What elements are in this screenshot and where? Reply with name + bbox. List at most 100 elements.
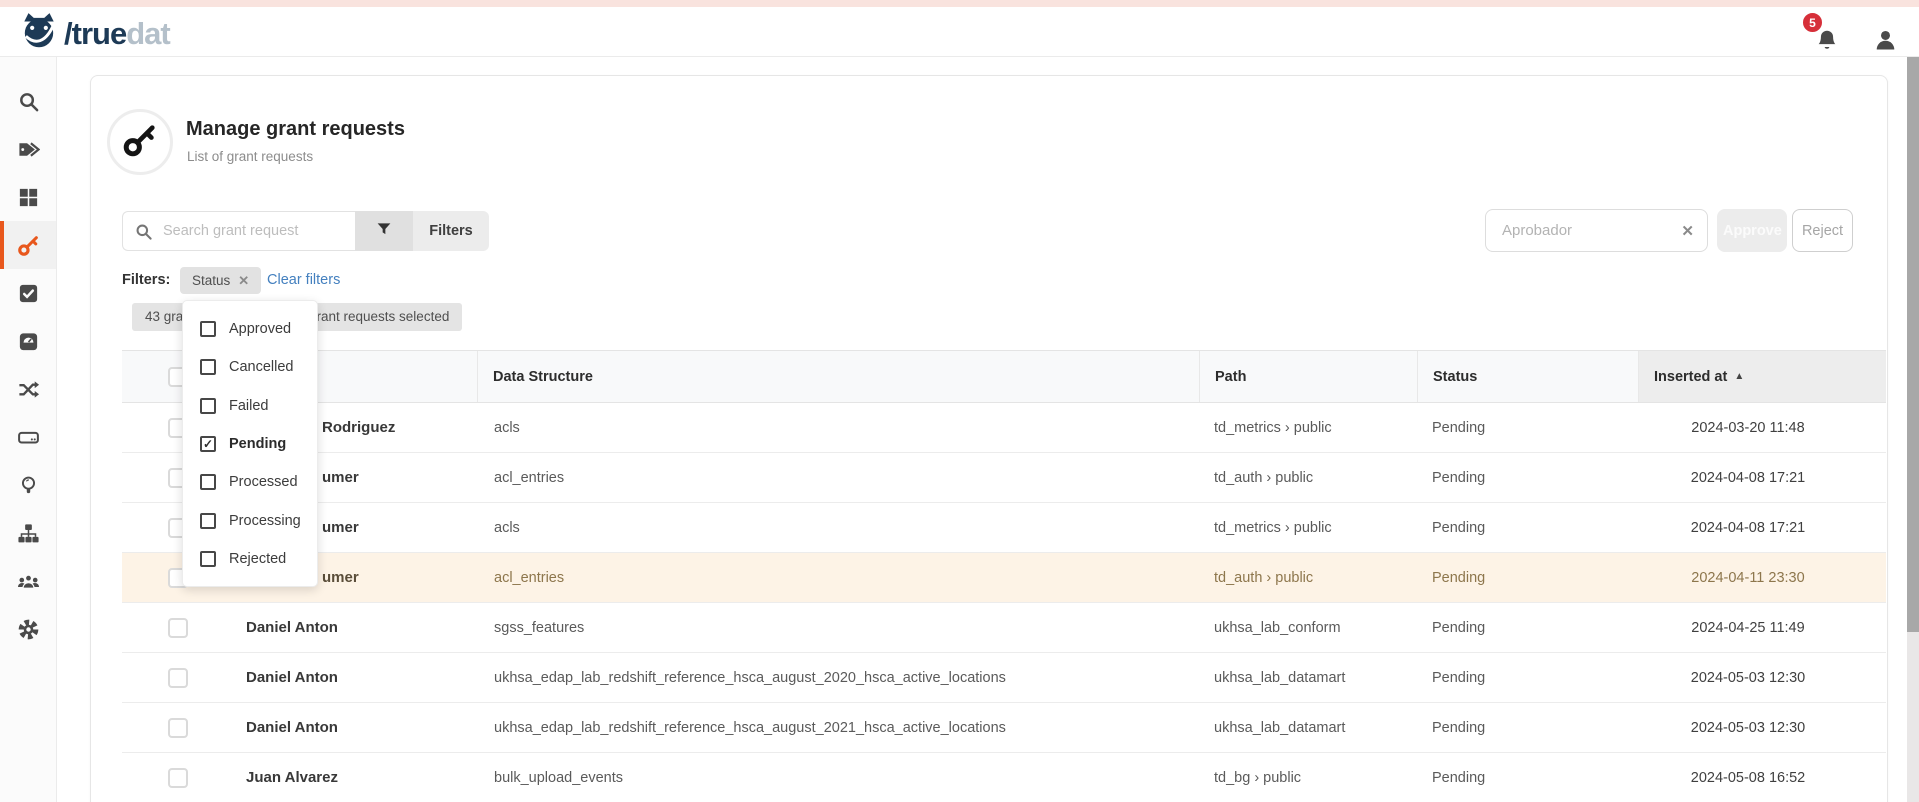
status-option-processing[interactable]: Processing <box>183 501 317 539</box>
sidebar-item-gear-icon[interactable] <box>0 605 56 653</box>
sidebar-item-grid-icon[interactable] <box>0 173 56 221</box>
data-structure-cell: acls <box>477 503 1199 552</box>
path-cell: td_bg › public <box>1199 753 1417 802</box>
sidebar-item-shuffle-icon[interactable] <box>0 365 56 413</box>
sidebar-item-check-square-icon[interactable] <box>0 269 56 317</box>
inserted-at-cell: 2024-05-03 12:30 <box>1638 653 1886 702</box>
checkbox-unchecked-icon[interactable] <box>200 398 216 414</box>
grant-request-row[interactable]: Daniel Antonsgss_featuresukhsa_lab_confo… <box>122 603 1886 653</box>
grant-request-row[interactable]: umeraclstd_metrics › publicPending2024-0… <box>122 503 1886 553</box>
grant-request-row[interactable]: Rodriguezaclstd_metrics › publicPending2… <box>122 403 1886 453</box>
sidebar-item-lightbulb-icon[interactable] <box>0 461 56 509</box>
filter-funnel-button[interactable] <box>355 211 413 251</box>
status-option-label: Processing <box>229 513 301 529</box>
data-structure-cell: bulk_upload_events <box>477 753 1199 802</box>
status-cell: Pending <box>1417 603 1638 652</box>
app-window: /truedat 5 Manage grant requests List of… <box>0 0 1919 802</box>
reject-button[interactable]: Reject <box>1792 209 1853 252</box>
sidebar-item-search-icon[interactable] <box>0 77 56 125</box>
checkbox-unchecked-icon[interactable] <box>200 359 216 375</box>
inserted-at-cell: 2024-05-03 12:30 <box>1638 703 1886 752</box>
status-option-failed[interactable]: Failed <box>183 387 317 425</box>
table-body: Rodriguezaclstd_metrics › publicPending2… <box>122 403 1886 802</box>
user-profile-icon[interactable] <box>1872 27 1899 54</box>
status-option-label: Approved <box>229 321 291 337</box>
grant-request-row[interactable]: umeracl_entriestd_auth › publicPending20… <box>122 553 1886 603</box>
row-checkbox-cell <box>122 653 222 702</box>
sidebar-item-users-icon[interactable] <box>0 557 56 605</box>
scrollbar-thumb[interactable] <box>1907 57 1919 632</box>
inserted-at-cell: 2024-04-08 17:21 <box>1638 503 1886 552</box>
row-checkbox[interactable] <box>168 718 188 738</box>
path-cell: ukhsa_lab_datamart <box>1199 653 1417 702</box>
path-cell: ukhsa_lab_conform <box>1199 603 1417 652</box>
data-structure-cell: ukhsa_edap_lab_redshift_reference_hsca_a… <box>477 703 1199 752</box>
approver-input[interactable] <box>1500 211 1670 250</box>
status-filter-chip[interactable]: Status ✕ <box>180 267 261 294</box>
status-option-cancelled[interactable]: Cancelled <box>183 348 317 386</box>
status-option-label: Pending <box>229 436 286 452</box>
checkbox-unchecked-icon[interactable] <box>200 474 216 490</box>
column-header-data-structure[interactable]: Data Structure <box>477 351 1199 402</box>
filters-button[interactable]: Filters <box>413 211 489 251</box>
status-option-label: Processed <box>229 474 298 490</box>
row-checkbox-cell <box>122 703 222 752</box>
owl-logo-icon <box>18 10 60 57</box>
approve-button[interactable]: Approve <box>1717 209 1787 252</box>
status-option-pending[interactable]: ✓ Pending <box>183 425 317 463</box>
sidebar-item-hard-drive-icon[interactable] <box>0 413 56 461</box>
search-input[interactable] <box>161 213 349 249</box>
column-header-status[interactable]: Status <box>1417 351 1638 402</box>
scrollbar-track[interactable] <box>1907 57 1919 802</box>
checkbox-unchecked-icon[interactable] <box>200 513 216 529</box>
column-header-path[interactable]: Path <box>1199 351 1417 402</box>
checkbox-checked-icon[interactable]: ✓ <box>200 436 216 452</box>
page-subtitle: List of grant requests <box>187 149 313 164</box>
grant-request-row[interactable]: Daniel Antonukhsa_edap_lab_redshift_refe… <box>122 703 1886 753</box>
path-cell: td_metrics › public <box>1199 403 1417 452</box>
status-option-rejected[interactable]: Rejected <box>183 540 317 578</box>
status-cell: Pending <box>1417 753 1638 802</box>
sidebar-item-tags-icon[interactable] <box>0 125 56 173</box>
status-filter-dropdown: Approved Cancelled Failed ✓ Pending Processed… <box>182 300 318 587</box>
row-checkbox[interactable] <box>168 668 188 688</box>
row-checkbox[interactable] <box>168 768 188 788</box>
status-option-processed[interactable]: Processed <box>183 463 317 501</box>
inserted-at-cell: 2024-05-08 16:52 <box>1638 753 1886 802</box>
data-structure-cell: sgss_features <box>477 603 1199 652</box>
table-header-row: Data Structure Path Status Inserted at▲ <box>122 350 1886 403</box>
inserted-at-label: Inserted at <box>1654 369 1727 385</box>
top-bar: /truedat 5 <box>0 7 1919 57</box>
clear-approver-icon[interactable]: ✕ <box>1681 222 1694 240</box>
grant-request-row[interactable]: Daniel Antonukhsa_edap_lab_redshift_refe… <box>122 653 1886 703</box>
grant-request-row[interactable]: umeracl_entriestd_auth › publicPending20… <box>122 453 1886 503</box>
sidebar-item-sitemap-icon[interactable] <box>0 509 56 557</box>
status-chip-label: Status <box>192 273 230 288</box>
user-cell: Daniel Anton <box>222 703 477 752</box>
funnel-icon <box>375 220 393 243</box>
column-header-inserted-at[interactable]: Inserted at▲ <box>1638 351 1886 402</box>
data-structure-cell: acls <box>477 403 1199 452</box>
sidebar-item-key-icon[interactable] <box>0 221 56 269</box>
row-checkbox[interactable] <box>168 618 188 638</box>
truedat-logo[interactable]: /truedat <box>18 10 170 57</box>
grant-request-row[interactable]: Juan Alvarezbulk_upload_eventstd_bg › pu… <box>122 753 1886 802</box>
status-cell: Pending <box>1417 653 1638 702</box>
path-cell: td_auth › public <box>1199 553 1417 602</box>
data-structure-cell: acl_entries <box>477 553 1199 602</box>
notification-count-badge: 5 <box>1801 11 1824 34</box>
status-cell: Pending <box>1417 703 1638 752</box>
inserted-at-cell: 2024-04-08 17:21 <box>1638 453 1886 502</box>
search-grant-request-field <box>122 211 355 251</box>
checkbox-unchecked-icon[interactable] <box>200 321 216 337</box>
remove-status-filter-icon[interactable]: ✕ <box>238 273 249 289</box>
status-option-approved[interactable]: Approved <box>183 310 317 348</box>
sidebar-item-gauge-icon[interactable] <box>0 317 56 365</box>
checkbox-unchecked-icon[interactable] <box>200 551 216 567</box>
filters-label: Filters: <box>122 272 170 288</box>
user-cell: Juan Alvarez <box>222 753 477 802</box>
status-option-label: Failed <box>229 398 269 414</box>
path-cell: ukhsa_lab_datamart <box>1199 703 1417 752</box>
inserted-at-cell: 2024-03-20 11:48 <box>1638 403 1886 452</box>
clear-filters-link[interactable]: Clear filters <box>267 272 340 288</box>
